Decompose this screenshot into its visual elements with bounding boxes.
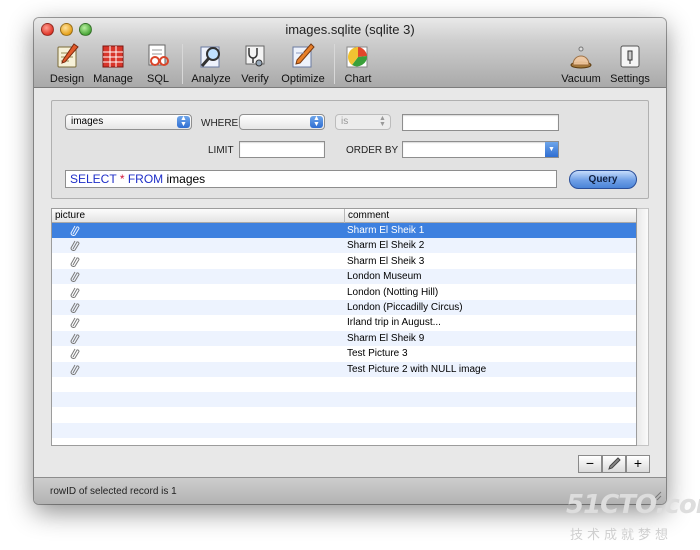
- comment-cell: London (Notting Hill): [347, 286, 439, 298]
- toolbar-label: Chart: [344, 73, 372, 85]
- toolbar-label: Optimize: [281, 73, 325, 85]
- updown-arrows-icon: ▲ ▼: [310, 115, 323, 128]
- comment-cell: Irland trip in August...: [347, 317, 441, 329]
- paperclip-icon: [70, 364, 80, 375]
- app-window: images.sqlite (sqlite 3) Design Manage S…: [34, 18, 666, 504]
- sql-table-name: images: [166, 172, 206, 186]
- operator-value: is: [341, 116, 349, 127]
- main-content: images ▲ ▼ WHERE ▲ ▼ is ▲ ▼ LIMIT ORDER BY …: [34, 89, 666, 477]
- vertical-scrollbar[interactable]: [637, 208, 649, 446]
- comment-cell: Sharm El Sheik 2: [347, 240, 425, 252]
- window-title: images.sqlite (sqlite 3): [285, 22, 415, 37]
- column-header-comment[interactable]: comment: [344, 209, 636, 223]
- analyze-icon: [200, 46, 220, 68]
- column-header-picture[interactable]: picture: [52, 209, 344, 223]
- table-row[interactable]: Irland trip in August...: [52, 315, 636, 330]
- paperclip-icon: [70, 348, 80, 360]
- empty-table-row[interactable]: [52, 408, 636, 423]
- toolbar-optimize-button[interactable]: Optimize: [275, 40, 331, 88]
- table-header: picture comment: [52, 209, 636, 223]
- limit-label: LIMIT: [208, 145, 234, 156]
- toolbar-sql-button[interactable]: SQL: [130, 40, 186, 88]
- updown-arrows-icon: ▲ ▼: [379, 115, 386, 128]
- where-value-input[interactable]: [402, 114, 559, 131]
- order-by-label: ORDER BY: [346, 145, 399, 156]
- table-row[interactable]: Sharm El Sheik 3: [52, 254, 636, 269]
- operator-select[interactable]: is ▲ ▼: [335, 114, 391, 130]
- table-row[interactable]: Sharm El Sheik 2: [52, 238, 636, 254]
- toolbar-label: Vacuum: [561, 73, 601, 85]
- title-bar: images.sqlite (sqlite 3): [34, 18, 666, 40]
- toolbar-label: SQL: [146, 73, 169, 85]
- paperclip-icon: [70, 318, 80, 329]
- edit-record-button[interactable]: [602, 455, 626, 473]
- query-panel: images ▲ ▼ WHERE ▲ ▼ is ▲ ▼ LIMIT ORDER BY …: [51, 100, 649, 199]
- sql-star: *: [119, 172, 125, 186]
- sql-from-keyword: FROM: [127, 172, 164, 186]
- table-row[interactable]: Test Picture 3: [52, 346, 636, 361]
- paperclip-icon: [70, 271, 80, 283]
- empty-table-row[interactable]: [52, 392, 636, 408]
- sql-query-field[interactable]: SELECT * FROM images: [65, 170, 557, 188]
- verify-icon: [245, 45, 265, 67]
- manage-icon: [102, 45, 124, 68]
- table-row[interactable]: London (Piccadilly Circus): [52, 300, 636, 315]
- table-body: Sharm El Sheik 1 Sharm El Sheik 2 Sharm El…: [52, 223, 636, 445]
- paperclip-icon: [70, 256, 80, 267]
- table-select-value: images: [71, 116, 104, 127]
- paperclip-icon: [70, 302, 80, 313]
- toolbar-vacuum-button[interactable]: Vacuum: [553, 40, 609, 88]
- add-record-button[interactable]: +: [626, 455, 650, 473]
- pencil-icon: [608, 457, 621, 470]
- table-select[interactable]: images ▲ ▼: [65, 114, 192, 130]
- results-table: picture comment Sharm El Sheik 1 Sharm El…: [51, 208, 637, 446]
- toolbar-settings-button[interactable]: Settings: [602, 40, 658, 88]
- query-button[interactable]: Query: [569, 170, 637, 189]
- comment-cell: Sharm El Sheik 3: [347, 255, 425, 267]
- paperclip-icon: [70, 241, 80, 252]
- where-label: WHERE: [201, 118, 239, 129]
- comment-cell: Test Picture 3: [347, 348, 408, 360]
- updown-arrows-icon: ▲ ▼: [177, 115, 190, 128]
- paperclip-icon: [70, 287, 80, 298]
- empty-table-row[interactable]: [52, 377, 636, 392]
- table-row[interactable]: London Museum: [52, 269, 636, 285]
- empty-table-row[interactable]: [52, 423, 636, 439]
- design-icon: [57, 43, 79, 68]
- comment-cell: Test Picture 2 with NULL image: [347, 363, 487, 375]
- toolbar-chart-button[interactable]: Chart: [330, 40, 386, 88]
- optimize-icon: [292, 43, 315, 68]
- sql-select-keyword: SELECT: [70, 172, 117, 186]
- comment-cell: London Museum: [347, 271, 422, 283]
- table-row[interactable]: London (Notting Hill): [52, 285, 636, 300]
- comment-cell: London (Piccadilly Circus): [347, 302, 463, 313]
- paperclip-icon: [70, 225, 80, 236]
- remove-record-button[interactable]: −: [578, 455, 602, 473]
- paperclip-icon: [70, 333, 80, 344]
- table-row[interactable]: Sharm El Sheik 1: [52, 223, 636, 238]
- sql-icon: [148, 44, 169, 66]
- order-by-combo[interactable]: ▼: [402, 141, 559, 158]
- comment-cell: Sharm El Sheik 9: [347, 332, 425, 344]
- toolbar: Design Manage SQL Analyze Verify Optimiz…: [34, 40, 666, 88]
- table-row[interactable]: Sharm El Sheik 9: [52, 330, 636, 346]
- where-column-select[interactable]: ▲ ▼: [239, 114, 325, 130]
- chevron-down-icon[interactable]: ▼: [545, 142, 558, 157]
- limit-input[interactable]: [239, 141, 325, 158]
- chart-icon: [346, 46, 368, 68]
- vacuum-icon: [570, 46, 592, 69]
- watermark-brand: 51CTO.com: [566, 490, 700, 520]
- status-text: rowID of selected record is 1: [50, 486, 177, 497]
- comment-cell: Sharm El Sheik 1: [347, 225, 425, 236]
- settings-icon: [620, 45, 640, 68]
- table-row[interactable]: Test Picture 2 with NULL image: [52, 361, 636, 377]
- watermark: 51CTO.com 技术成就梦想: [566, 490, 700, 546]
- toolbar-label: Settings: [610, 73, 650, 85]
- watermark-tagline: 技术成就梦想: [570, 528, 673, 543]
